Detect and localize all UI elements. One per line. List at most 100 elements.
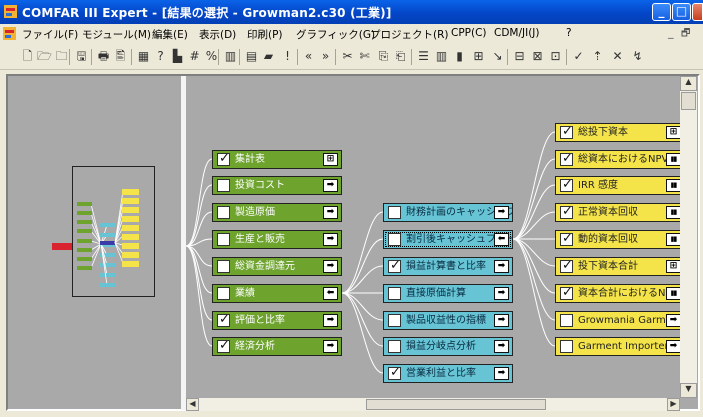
level2-node[interactable]: 損益分岐点分析 ➡ [383,337,513,356]
menu-view[interactable]: 表示(D) [199,27,236,42]
level3-node[interactable]: ✓ 総投下資本 ⊞ [555,123,685,142]
arrow-right-icon[interactable]: ➡ [494,260,509,273]
table2-icon[interactable]: ▥ [223,48,238,65]
node-checkbox[interactable]: ✓ [560,231,573,246]
minimize-button[interactable]: _ [652,3,671,21]
level3-node[interactable]: ✓ 資本合計におけるNF ▮▮ [555,284,685,303]
level1-node[interactable]: ✓ 経済分析 ➡ [212,337,342,356]
percent-icon[interactable]: % [204,48,219,65]
level1-node[interactable]: 生産と販売 ➡ [212,230,342,249]
level3-node[interactable]: ✓ 動的資本回収 ▮▮ [555,230,685,249]
root-node-marker[interactable] [52,243,72,250]
layout1-icon[interactable]: ⊟ [512,48,527,65]
level2-node[interactable]: 直接原価計算 ➡ [383,284,513,303]
table-icon[interactable]: ▦ [136,48,151,65]
chart-icon[interactable]: ▮▮ [666,153,681,166]
menu-help[interactable]: ? [566,27,572,39]
tools-icon[interactable]: ▙ [170,48,185,65]
node-checkbox[interactable] [217,260,230,273]
horizontal-scrollbar[interactable]: ◀ ▶ [186,398,680,411]
node-checkbox[interactable]: ✓ [217,151,230,166]
maximize-button[interactable]: □ [672,3,691,21]
node-checkbox[interactable]: ✓ [560,177,573,192]
arrow-right-icon[interactable]: ➡ [323,260,338,273]
folder-yellow-icon[interactable]: ▰ [261,48,276,65]
node-checkbox[interactable] [217,179,230,192]
vertical-scroll-thumb[interactable] [681,92,696,110]
arrow-right-icon[interactable]: ➡ [666,314,681,327]
node-checkbox[interactable]: ✓ [560,151,573,166]
level2-node[interactable]: 製品収益性の指標 ➡ [383,311,513,330]
cross-icon[interactable]: ✕ [610,48,625,65]
layout2-icon[interactable]: ⊠ [530,48,545,65]
node-checkbox[interactable]: ✓ [388,365,401,380]
level3-node[interactable]: Growmania Garments ➡ [555,311,685,330]
level2-node[interactable]: ✓ 営業利益と比率 ➡ [383,364,513,383]
level3-node[interactable]: ✓ IRR 感度 ▮▮ [555,176,685,195]
node-checkbox[interactable] [560,314,573,327]
open-folder-icon[interactable]: 🗁 [37,48,52,65]
node-checkbox[interactable] [217,287,230,300]
node-checkbox[interactable] [388,340,401,353]
title-bar[interactable]: COMFAR III Expert - [結果の選択 - Growman2.c3… [0,0,703,24]
calculator-icon[interactable]: ▤ [244,48,259,65]
close-button[interactable] [692,3,703,21]
columns-icon[interactable]: ▥ [434,48,449,65]
cut2-icon[interactable]: ✄ [357,48,372,65]
arrow-up-icon[interactable]: ⇡ [590,48,605,65]
level1-node[interactable]: ✓ 評価と比率 ➡ [212,311,342,330]
menu-print[interactable]: 印刷(P) [247,27,283,42]
arrow-right-icon[interactable]: ➡ [494,287,509,300]
open-icon[interactable]: 🗀 [54,48,69,65]
node-checkbox[interactable] [388,206,401,219]
chart-icon[interactable]: ▮▮ [666,233,681,246]
node-checkbox[interactable] [388,287,401,300]
check-icon[interactable]: ✓ [571,48,586,65]
table-icon[interactable]: ⊞ [323,153,338,166]
level2-node[interactable]: 割引後キャッシュフロー ⬅ [383,230,513,249]
arrow-right-icon[interactable]: ➡ [494,340,509,353]
node-checkbox[interactable]: ✓ [560,124,573,139]
node-checkbox[interactable]: ✓ [560,285,573,300]
document-icon[interactable] [2,26,17,41]
node-checkbox[interactable]: ✓ [560,258,573,273]
vertical-scrollbar[interactable]: ▲ ▼ [680,76,697,398]
scroll-right-button[interactable]: ▶ [667,398,680,411]
chart-icon[interactable]: ▮▮ [666,179,681,192]
level3-node[interactable]: ✓ 正常資本回収 ▮▮ [555,203,685,222]
chart-icon[interactable]: ↘ [490,48,505,65]
arrow-right-icon[interactable]: ➡ [323,179,338,192]
hierarchy-icon[interactable]: ⊞ [471,48,486,65]
level3-node[interactable]: ✓ 投下資本合計 ⊞ [555,257,685,276]
node-checkbox[interactable]: ✓ [388,258,401,273]
chart-icon[interactable]: ▮▮ [666,287,681,300]
node-checkbox[interactable] [388,233,401,246]
paste-icon[interactable]: ⎗ [393,48,408,65]
link-left-icon[interactable]: « [301,48,316,65]
arrow-left-icon[interactable]: ⬅ [323,287,338,300]
chart-icon[interactable]: ▮▮ [666,206,681,219]
arrow-icon[interactable]: ↯ [630,48,645,65]
arrow-right-icon[interactable]: ➡ [666,340,681,353]
mdi-restore-button[interactable]: 🗗 [681,26,690,43]
menu-cpp[interactable]: CPP(C) [451,27,487,39]
grid-icon[interactable]: # [187,48,202,65]
arrow-right-icon[interactable]: ➡ [494,206,509,219]
bars-icon[interactable]: ▮ [452,48,467,65]
overview-thumbnail[interactable] [72,166,155,297]
copy-icon[interactable]: ⎘ [376,48,391,65]
table-icon[interactable]: ⊞ [666,260,681,273]
level1-node[interactable]: 製造原価 ➡ [212,203,342,222]
arrow-right-icon[interactable]: ➡ [323,233,338,246]
scroll-left-button[interactable]: ◀ [186,398,199,411]
arrow-right-icon[interactable]: ➡ [494,367,509,380]
level2-node[interactable]: 財務計画のキャッシュフロ➡ [383,203,513,222]
node-checkbox[interactable]: ✓ [217,338,230,353]
help-cursor-icon[interactable]: ? [153,48,168,65]
horizontal-scroll-thumb[interactable] [366,399,546,410]
menu-module[interactable]: モジュール(M) [82,27,151,42]
arrow-right-icon[interactable]: ➡ [494,314,509,327]
node-checkbox[interactable] [217,206,230,219]
node-checkbox[interactable] [388,314,401,327]
level1-node[interactable]: ✓ 集計表 ⊞ [212,150,342,169]
